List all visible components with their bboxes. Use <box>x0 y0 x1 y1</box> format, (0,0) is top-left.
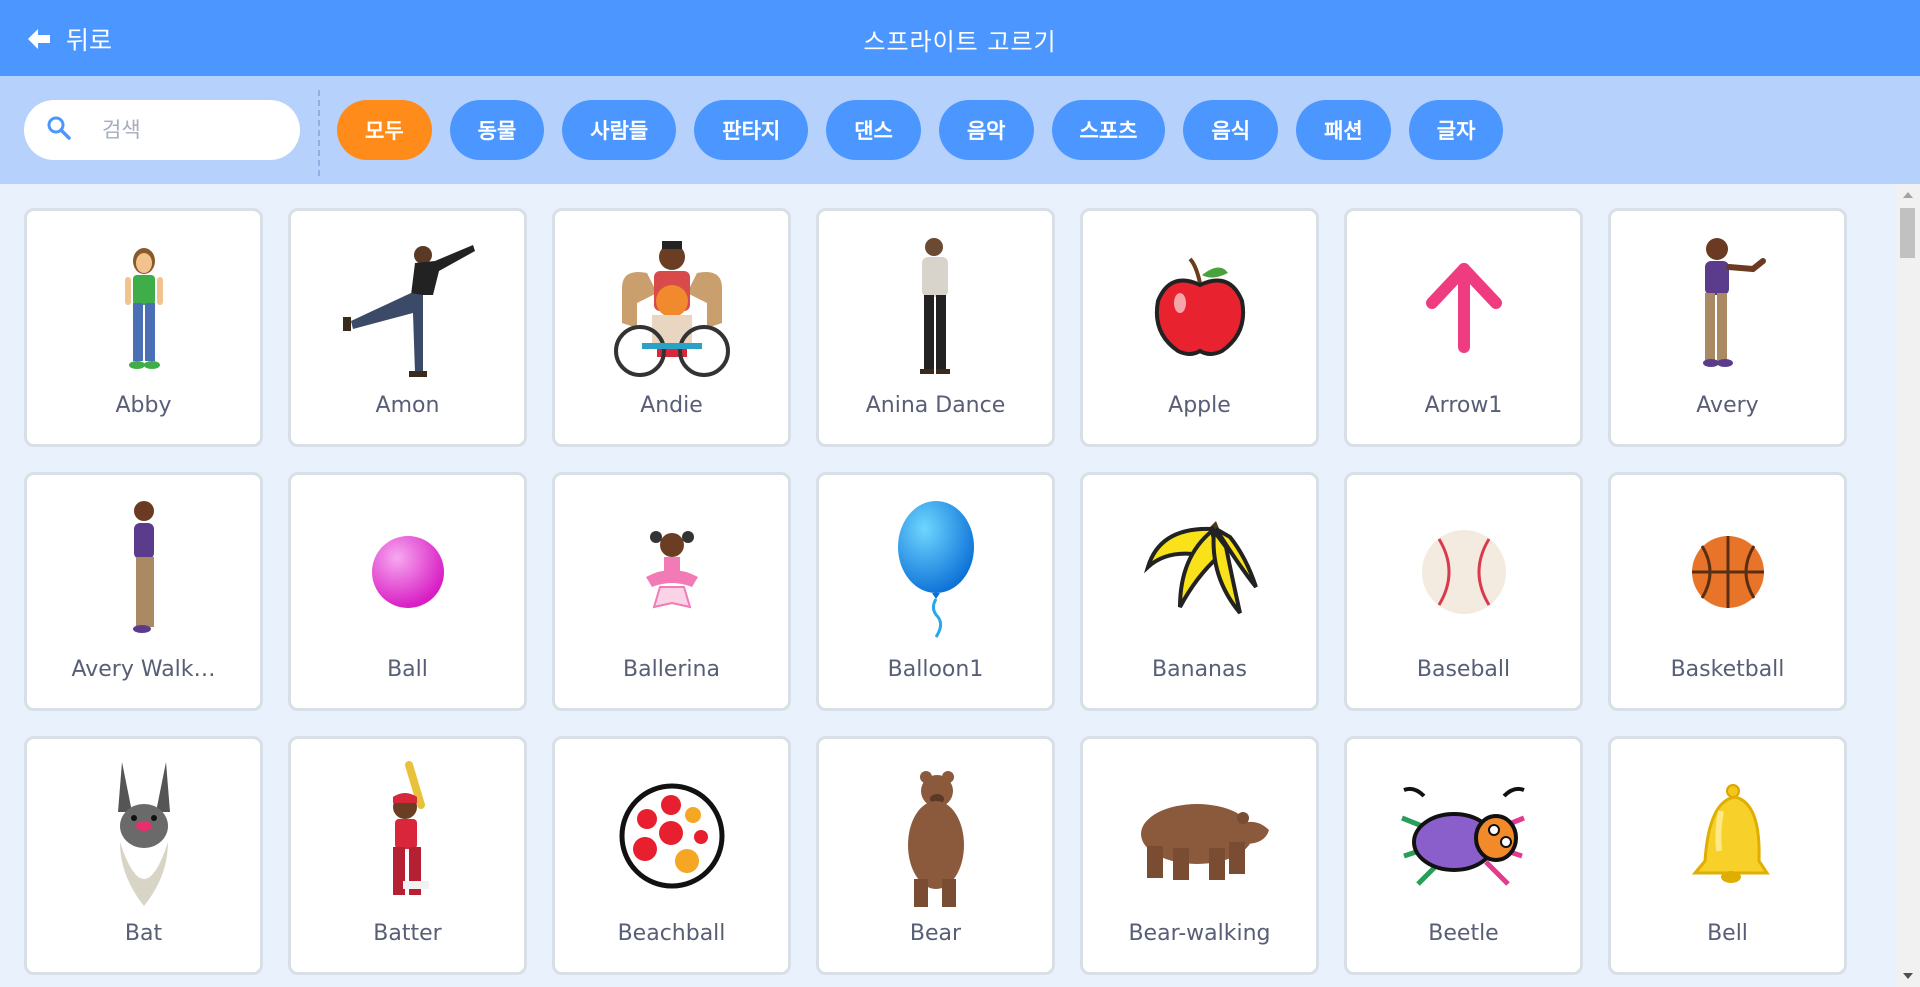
sprite-name: Avery Walk… <box>71 657 216 682</box>
sprite-card[interactable]: Apple <box>1080 208 1319 447</box>
sprite-name: Bananas <box>1152 657 1247 682</box>
header: 뒤로 스프라이트 고르기 <box>0 0 1920 76</box>
sprite-name: Bell <box>1707 921 1748 946</box>
sprite-card[interactable]: Bear-walking <box>1080 736 1319 975</box>
scroll-down-icon[interactable] <box>1895 969 1920 983</box>
anina-dancer-icon <box>819 223 1052 393</box>
sprite-name: Ballerina <box>623 657 720 682</box>
tag-7[interactable]: 음식 <box>1183 100 1279 160</box>
andie-wheelchair-icon <box>555 223 788 393</box>
beachball-icon <box>555 751 788 921</box>
sprite-card[interactable]: Beetle <box>1344 736 1583 975</box>
tag-3[interactable]: 판타지 <box>694 100 809 160</box>
sprite-card[interactable]: Amon <box>288 208 527 447</box>
ball-icon <box>291 487 524 657</box>
sprite-card[interactable]: Arrow1 <box>1344 208 1583 447</box>
search-input[interactable] <box>102 118 272 142</box>
sprite-card[interactable]: Abby <box>24 208 263 447</box>
balloon-icon <box>819 487 1052 657</box>
apple-icon <box>1083 223 1316 393</box>
arrow-up-icon <box>1347 223 1580 393</box>
avery-girl-icon <box>1611 223 1844 393</box>
ballerina-icon <box>555 487 788 657</box>
sprite-name: Amon <box>375 393 440 418</box>
tag-6[interactable]: 스포츠 <box>1051 100 1166 160</box>
sprite-name: Anina Dance <box>865 393 1006 418</box>
sprite-name: Balloon1 <box>887 657 984 682</box>
bananas-icon <box>1083 487 1316 657</box>
scroll-up-icon[interactable] <box>1895 188 1920 202</box>
tag-2[interactable]: 사람들 <box>562 100 677 160</box>
filter-divider <box>318 90 320 176</box>
basketball-icon <box>1611 487 1844 657</box>
avery-walking-icon <box>27 487 260 657</box>
tag-4[interactable]: 댄스 <box>826 100 921 160</box>
sprite-name: Baseball <box>1416 657 1511 682</box>
bat-icon <box>27 751 260 921</box>
tag-9[interactable]: 글자 <box>1408 100 1504 160</box>
category-tags: 모두 동물 사람들 판타지 댄스 음악 스포츠 음식 패션 글자 <box>337 100 1504 160</box>
sprite-card[interactable]: Ball <box>288 472 527 711</box>
tag-5[interactable]: 음악 <box>938 100 1034 160</box>
tag-8[interactable]: 패션 <box>1296 100 1391 160</box>
sprite-name: Apple <box>1168 393 1231 418</box>
sprite-grid: Abby Amon Andie Anina Dance Apple Arrow1 Avery… <box>24 208 1847 975</box>
search-box[interactable] <box>24 100 300 160</box>
sprite-name: Arrow1 <box>1424 393 1503 418</box>
sprite-card[interactable]: Ballerina <box>552 472 791 711</box>
sprite-name: Andie <box>640 393 703 418</box>
abby-girl-icon <box>27 223 260 393</box>
sprite-card[interactable]: Anina Dance <box>816 208 1055 447</box>
beetle-icon <box>1347 751 1580 921</box>
bear-standing-icon <box>819 751 1052 921</box>
batter-icon <box>291 751 524 921</box>
scroll-thumb[interactable] <box>1900 208 1915 258</box>
tag-1[interactable]: 동물 <box>449 100 545 160</box>
page-title: 스프라이트 고르기 <box>863 28 1057 56</box>
sprite-name: Beachball <box>617 921 726 946</box>
sprite-card[interactable]: Avery Walk… <box>24 472 263 711</box>
search-icon <box>46 115 72 145</box>
sprite-card[interactable]: Baseball <box>1344 472 1583 711</box>
sprite-library: Abby Amon Andie Anina Dance Apple Arrow1 Avery… <box>0 184 1895 987</box>
sprite-name: Ball <box>387 657 428 682</box>
sprite-card[interactable]: Bell <box>1608 736 1847 975</box>
sprite-name: Basketball <box>1670 657 1785 682</box>
sprite-card[interactable]: Bananas <box>1080 472 1319 711</box>
sprite-name: Bat <box>124 921 163 946</box>
bell-icon <box>1611 751 1844 921</box>
sprite-card[interactable]: Bear <box>816 736 1055 975</box>
sprite-name: Avery <box>1696 393 1759 418</box>
sprite-card[interactable]: Beachball <box>552 736 791 975</box>
bear-walking-icon <box>1083 751 1316 921</box>
sprite-card[interactable]: Avery <box>1608 208 1847 447</box>
sprite-card[interactable]: Bat <box>24 736 263 975</box>
filter-bar: 모두 동물 사람들 판타지 댄스 음악 스포츠 음식 패션 글자 <box>0 76 1920 184</box>
sprite-name: Bear-walking <box>1128 921 1271 946</box>
sprite-card[interactable]: Batter <box>288 736 527 975</box>
sprite-card[interactable]: Andie <box>552 208 791 447</box>
tag-0[interactable]: 모두 <box>337 100 432 160</box>
sprite-card[interactable]: Basketball <box>1608 472 1847 711</box>
amon-dancer-icon <box>291 223 524 393</box>
scrollbar[interactable] <box>1895 184 1920 987</box>
sprite-name: Bear <box>909 921 962 946</box>
sprite-name: Batter <box>373 921 442 946</box>
sprite-card[interactable]: Balloon1 <box>816 472 1055 711</box>
baseball-icon <box>1347 487 1580 657</box>
sprite-name: Abby <box>115 393 172 418</box>
sprite-name: Beetle <box>1428 921 1499 946</box>
